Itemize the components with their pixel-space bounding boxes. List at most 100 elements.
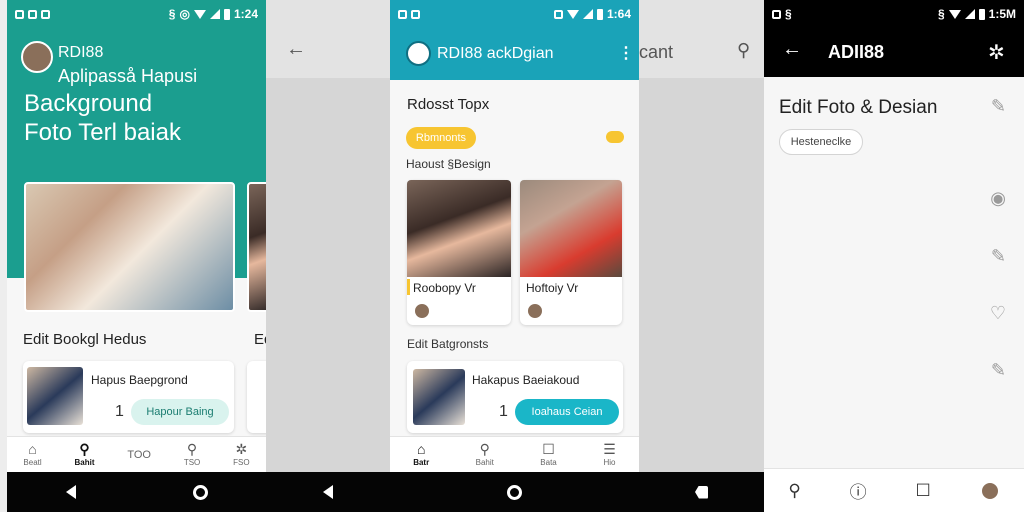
back-arrow-icon[interactable]: ← [782, 38, 802, 61]
category-chip[interactable]: Rbmnonts [406, 127, 476, 149]
tab-settings[interactable]: ✲ FSO [233, 442, 249, 467]
notification-icon [41, 9, 50, 19]
bottom-bar-3: ⚲ ⓘ ☐ [764, 468, 1024, 512]
section-title: Edit Bookgl Hedus [23, 331, 147, 348]
hero-title-line1: Background [24, 90, 153, 117]
card-thumbnail [413, 369, 465, 425]
nav-home-icon[interactable] [507, 484, 522, 500]
tab-menu[interactable]: ☰ Hio [603, 442, 616, 467]
screenshot-stage: § ◎ 1:24 RDI88 Aplipasså Hapusi Background… [0, 0, 1024, 512]
badge-icon[interactable] [606, 131, 624, 143]
list-card[interactable]: Hakapus Baeiakoud 1 Ioahaus Ceian [407, 361, 623, 433]
tab-label: Bata [540, 458, 557, 467]
notification-icon [15, 9, 24, 19]
card-accent [407, 279, 410, 295]
card-photo [520, 180, 622, 277]
card-thumbnail [27, 367, 83, 425]
card-title: Hoftoiy Vr [526, 281, 579, 295]
tab-label: TOO [127, 448, 151, 461]
settings-icon: ✲ [235, 441, 248, 457]
section-title-peek: Ed [254, 331, 266, 348]
tab-home[interactable]: ⌂ Beatl [23, 442, 41, 467]
chat-icon: ☐ [542, 441, 555, 457]
app-name: RDI88 [58, 44, 104, 61]
app-logo-icon[interactable] [406, 41, 431, 66]
page-heading: Edit Foto & Desian [779, 97, 938, 118]
remove-bg-button[interactable]: Hapour Baing [131, 399, 229, 425]
notification-icon [28, 9, 37, 19]
sync-icon: ◎ [179, 7, 190, 21]
hero-photo[interactable] [24, 182, 235, 312]
avatar[interactable] [21, 41, 53, 73]
tab-search[interactable]: ⚲ Bahit [75, 442, 95, 467]
avatar [526, 302, 544, 320]
screen-title: ADII88 [828, 42, 885, 62]
home-icon: ⌂ [28, 441, 37, 457]
pen-icon[interactable]: ✎ [991, 360, 1006, 381]
signal-icon [209, 9, 220, 19]
nav-back-icon[interactable] [65, 485, 76, 499]
nav-back-icon[interactable] [323, 485, 333, 499]
system-nav-bar-gap1 [266, 472, 390, 512]
brush-icon[interactable]: ✎ [991, 246, 1006, 267]
tab-label: Bahit [74, 458, 95, 467]
menu-icon: ☰ [603, 441, 616, 457]
status-bar-1: § ◎ 1:24 [7, 0, 266, 28]
info-icon[interactable]: ⓘ [850, 478, 867, 503]
search-icon[interactable]: ⚲ [788, 481, 800, 501]
status-time: 1:64 [606, 7, 631, 21]
remove-bg-button[interactable]: Ioahaus Ceian [515, 399, 619, 425]
avatar[interactable] [979, 480, 1000, 501]
heart-icon[interactable]: ♡ [990, 303, 1006, 324]
notification-icon [411, 9, 420, 19]
card-photo [407, 180, 511, 277]
sync-icon: § [937, 7, 945, 21]
card-count: 1 [499, 403, 508, 420]
avatar [413, 302, 431, 320]
tab-home[interactable]: ⌂ Batr [413, 442, 429, 467]
system-nav-bar-2 [390, 472, 639, 512]
list-card-peek[interactable] [247, 361, 266, 433]
tab-label: Batr [413, 458, 430, 467]
card-count: 1 [115, 403, 124, 420]
card-title: Roobopy Vr [413, 281, 476, 295]
gap-header-2 [639, 0, 764, 78]
notification-icon [553, 9, 563, 19]
hero-photo-peek[interactable] [247, 182, 266, 312]
notification-icon [772, 9, 781, 19]
nav-home-icon[interactable] [192, 484, 208, 500]
design-card-2[interactable]: Hoftoiy Vr [520, 180, 622, 325]
tab-chat[interactable]: ☐ Bata [540, 442, 556, 467]
filter-chip[interactable]: Hesteneclke [779, 129, 863, 155]
more-menu-icon[interactable]: ⋮ [618, 43, 634, 63]
tab-third[interactable]: TOO [127, 449, 151, 461]
vibrate-icon: § [785, 7, 792, 21]
chat-icon[interactable]: ☐ [915, 481, 930, 501]
system-nav-bar-1 [7, 472, 266, 512]
status-bar-3: § § 1:5M [764, 0, 1024, 28]
hero-title-line2: Foto Terl baiak [24, 119, 181, 146]
sub-label: Haoust §Besign [406, 157, 491, 171]
section-title-2: Edit Batgronsts [407, 337, 489, 351]
edit-icon[interactable]: ✎ [991, 96, 1006, 117]
bottom-tab-bar-1: ⌂ Beatl ⚲ Bahit TOO ⚲ TSO ✲ FSO [7, 436, 266, 472]
nav-recent-icon[interactable] [695, 485, 708, 499]
header-subtitle: Aplipasså Hapusi [58, 66, 198, 86]
settings-icon[interactable]: ✲ [988, 40, 1005, 65]
vibrate-icon: § [168, 7, 176, 21]
notification-icon [398, 9, 407, 19]
list-card[interactable]: Hapus Baepgrond 1 Hapour Baing [23, 361, 234, 433]
search-icon[interactable]: ⚲ [737, 40, 750, 61]
phone-screen-3: § § 1:5M ← ADII88 ✲ Edit Foto & Desian He… [764, 0, 1024, 512]
tab-search[interactable]: ⚲ Bahit [476, 442, 494, 467]
tab-fourth[interactable]: ⚲ TSO [184, 442, 200, 467]
partial-title: cant [639, 42, 674, 62]
tab-label: FSO [233, 458, 250, 467]
battery-icon [596, 8, 603, 20]
tab-label: Hio [603, 458, 616, 467]
back-arrow-icon[interactable]: ← [286, 38, 306, 61]
phone-screen-2: 1:64 RDI88 ackDgian ⋮ Rdosst Topx Rbmnon… [390, 0, 639, 512]
design-card-1[interactable]: Roobopy Vr [407, 180, 511, 325]
palette-icon[interactable]: ◉ [990, 188, 1006, 209]
tab-label: Beatl [23, 458, 42, 467]
